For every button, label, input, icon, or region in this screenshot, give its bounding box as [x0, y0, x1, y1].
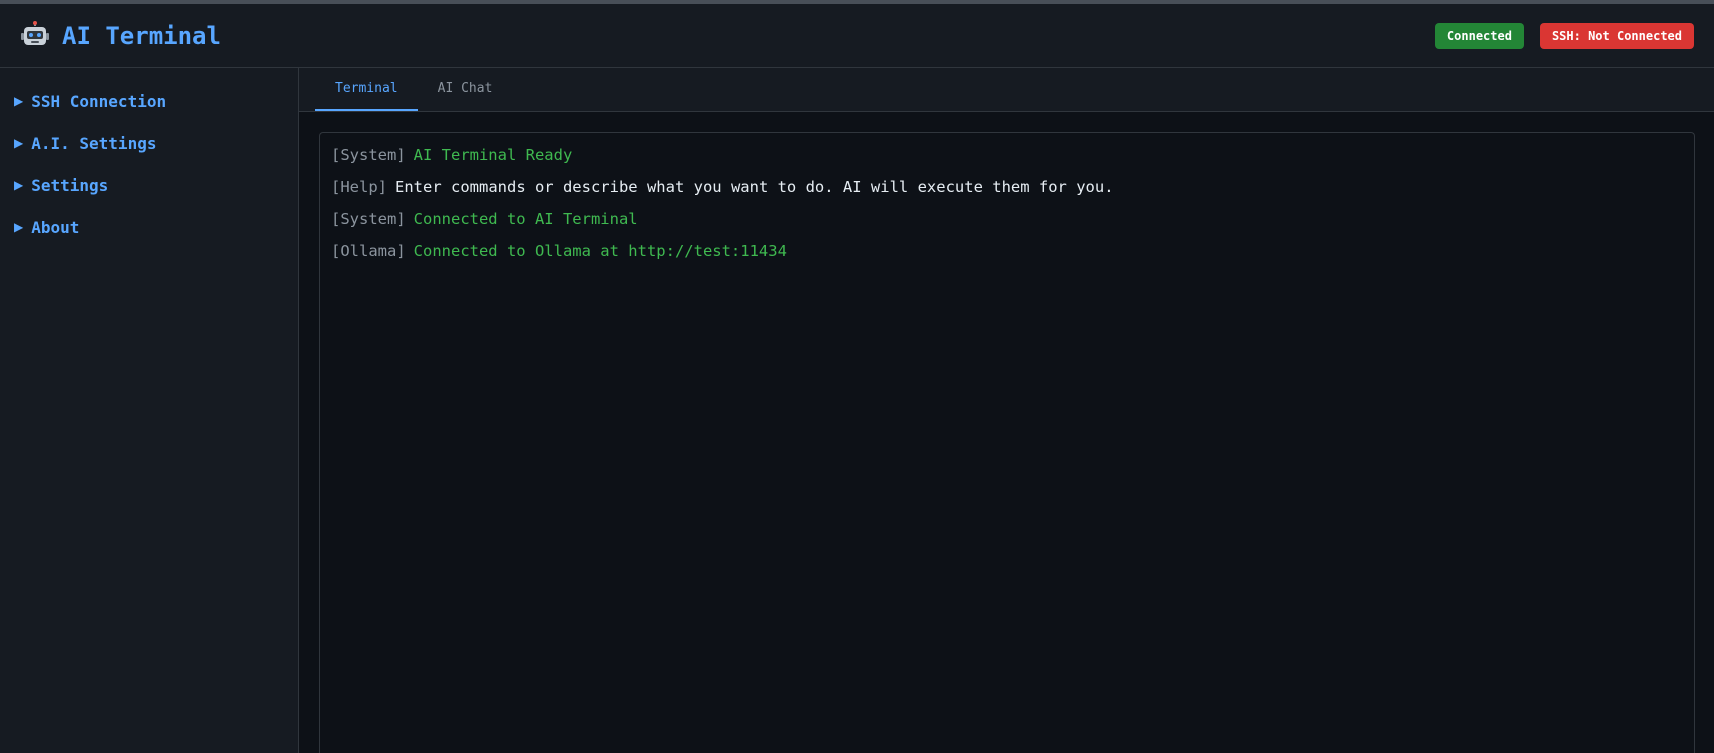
- terminal-line: [System] AI Terminal Ready: [331, 143, 1683, 175]
- sidebar-item-about[interactable]: ▶ About: [0, 206, 298, 248]
- terminal-line-text: Enter commands or describe what you want…: [395, 178, 1114, 196]
- sidebar-item-label: SSH Connection: [31, 91, 167, 111]
- connection-status-badge: Connected: [1434, 22, 1524, 49]
- triangle-right-icon: ▶: [14, 136, 24, 150]
- terminal-container: [System] AI Terminal Ready [Help] Enter co…: [299, 112, 1714, 753]
- tab-ai-chat[interactable]: AI Chat: [418, 68, 513, 111]
- terminal-line: [Help] Enter commands or describe what yo…: [331, 175, 1683, 207]
- brand: AI Terminal: [20, 20, 221, 51]
- terminal-line-tag: [Help]: [331, 178, 387, 196]
- terminal-output[interactable]: [System] AI Terminal Ready [Help] Enter co…: [319, 132, 1695, 753]
- triangle-right-icon: ▶: [14, 220, 24, 234]
- sidebar-item-settings[interactable]: ▶ Settings: [0, 164, 298, 206]
- tab-terminal[interactable]: Terminal: [315, 68, 418, 111]
- sidebar-item-label: About: [31, 217, 80, 237]
- sidebar-item-label: Settings: [31, 175, 109, 195]
- app-title: AI Terminal: [62, 21, 221, 50]
- sidebar-item-label: A.I. Settings: [31, 133, 157, 153]
- terminal-line-tag: [System]: [331, 210, 406, 228]
- app-body: ▶ SSH Connection ▶ A.I. Settings ▶ Setti…: [0, 68, 1714, 753]
- sidebar-item-ssh-connection[interactable]: ▶ SSH Connection: [0, 80, 298, 122]
- ssh-status-badge: SSH: Not Connected: [1539, 22, 1694, 49]
- triangle-right-icon: ▶: [14, 94, 24, 108]
- terminal-line-text: Connected to AI Terminal: [413, 210, 638, 228]
- terminal-line-text: Connected to Ollama at http://test:11434: [413, 242, 787, 260]
- terminal-line-text: AI Terminal Ready: [413, 146, 573, 164]
- terminal-line-tag: [System]: [331, 146, 406, 164]
- tab-bar: Terminal AI Chat: [299, 68, 1714, 112]
- main-panel: Terminal AI Chat [System] AI Terminal Rea…: [299, 68, 1714, 753]
- robot-icon: [21, 20, 49, 45]
- status-group: Connected SSH: Not Connected: [1434, 22, 1694, 49]
- app-header: AI Terminal Connected SSH: Not Connected: [0, 4, 1714, 68]
- terminal-line: [System] Connected to AI Terminal: [331, 207, 1683, 239]
- sidebar: ▶ SSH Connection ▶ A.I. Settings ▶ Setti…: [0, 68, 299, 753]
- sidebar-item-ai-settings[interactable]: ▶ A.I. Settings: [0, 122, 298, 164]
- terminal-line: [Ollama] Connected to Ollama at http://te…: [331, 239, 1683, 271]
- triangle-right-icon: ▶: [14, 178, 24, 192]
- terminal-line-tag: [Ollama]: [331, 242, 406, 260]
